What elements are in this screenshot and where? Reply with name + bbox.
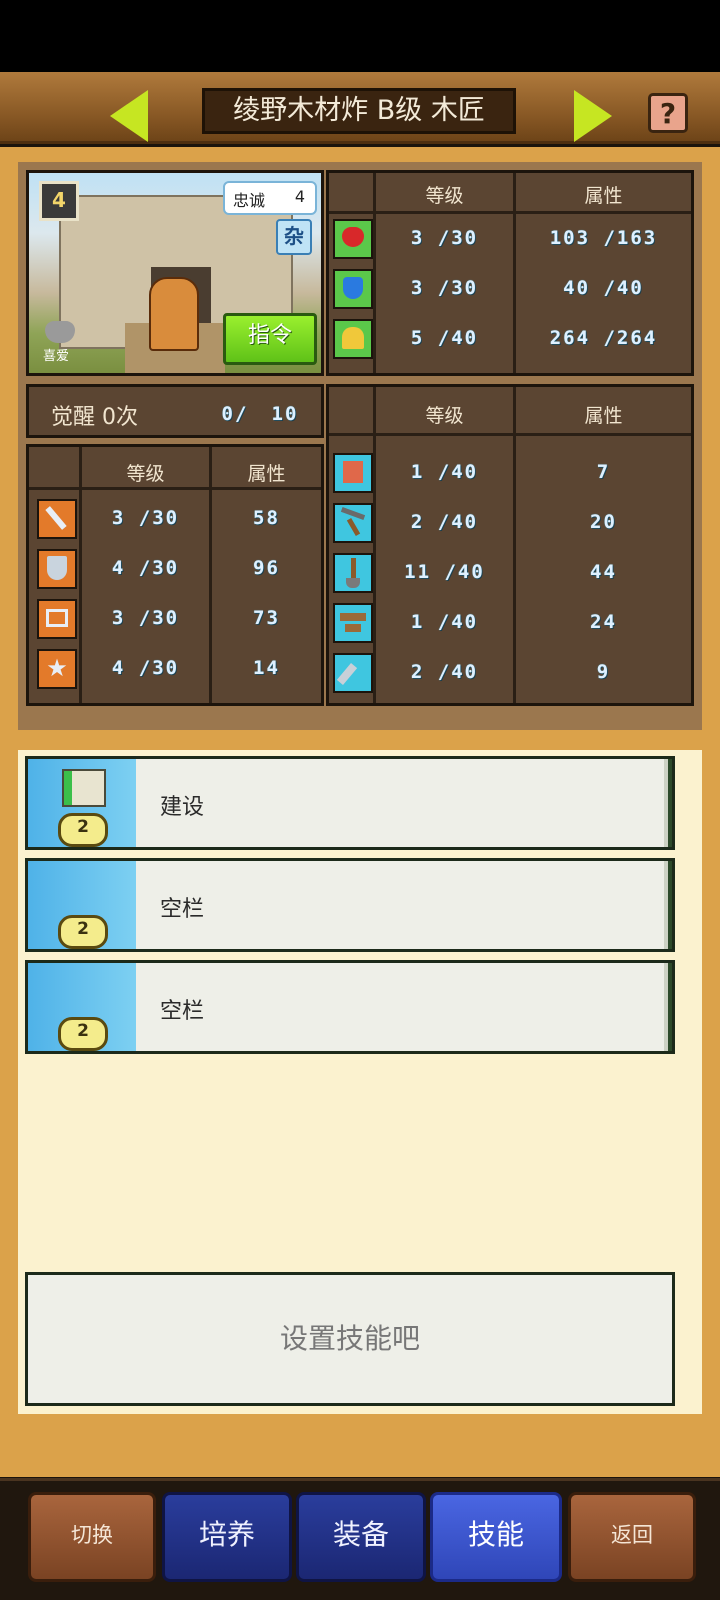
crafting-level: 2 /40 — [410, 511, 479, 533]
combat-level: 3 /30 — [111, 607, 180, 629]
skill-hint-box: 设置技能吧 — [25, 1272, 675, 1406]
combat-level: 3 /30 — [111, 507, 180, 529]
job-type-badge: 杂 — [276, 219, 312, 255]
command-button[interactable]: 指令 — [223, 313, 317, 365]
combat-value: 73 — [253, 607, 280, 629]
vitals-value: 40 /40 — [563, 277, 644, 299]
skill-tab[interactable]: 技能 — [430, 1492, 562, 1582]
awaken-bar: 觉醒 0次 0/ 10 — [26, 384, 324, 438]
vitals-level: 3 /30 — [410, 277, 479, 299]
skill-slot-label-area: 空栏 — [136, 861, 668, 949]
crafting-value: 9 — [596, 661, 611, 683]
character-portrait: 4 忠诚 4 杂 喜爱 指令 — [26, 170, 324, 376]
crafting-value: 7 — [596, 461, 611, 483]
train-tab[interactable]: 培养 — [162, 1492, 292, 1582]
back-button[interactable]: 返回 — [568, 1492, 696, 1582]
skill-name: 空栏 — [160, 999, 205, 1024]
vitals-value: 103 /163 — [549, 227, 658, 249]
vitals-header-level: 等级 — [425, 185, 464, 207]
skill-cost-coin: 2 — [58, 915, 108, 949]
fav-label: 喜爱 — [43, 349, 70, 364]
switch-button[interactable]: 切换 — [28, 1492, 156, 1582]
construction-book-icon — [62, 769, 106, 807]
help-button[interactable]: ? — [648, 93, 688, 133]
loyalty-label: 忠诚 — [233, 191, 266, 210]
combat-stats-table: 等级 属性 3 /30 58 4 /30 96 3 /30 73 ★ 4 /30… — [26, 444, 324, 706]
vitals-value: 264 /264 — [549, 327, 658, 349]
crafting-level: 1 /40 — [410, 461, 479, 483]
level-badge: 4 — [39, 181, 79, 221]
skill-slot-icon-area: 2 — [28, 759, 136, 847]
crafting-level: 1 /40 — [410, 611, 479, 633]
equip-tab[interactable]: 装备 — [296, 1492, 426, 1582]
skill-name: 空栏 — [160, 897, 205, 922]
anvil-icon — [333, 603, 373, 643]
stamina-icon — [333, 319, 373, 359]
agility-icon — [37, 599, 77, 639]
potion-icon — [333, 269, 373, 309]
skill-slot-1[interactable]: 2 建设 — [25, 756, 675, 850]
next-character-arrow-icon[interactable] — [574, 90, 612, 142]
combat-level: 4 /30 — [111, 557, 180, 579]
shield-icon — [37, 549, 77, 589]
crafting-header-value: 属性 — [584, 405, 623, 427]
crafting-value: 44 — [590, 561, 617, 583]
status-bar — [0, 0, 720, 72]
awaken-max: 10 — [271, 403, 299, 425]
loyalty-badge: 忠诚 4 — [223, 181, 317, 215]
character-title: 绫野木材炸 B级 木匠 — [202, 88, 516, 134]
combat-header-level: 等级 — [126, 463, 165, 485]
crafting-value: 20 — [590, 511, 617, 533]
awaken-label: 觉醒 0次 — [51, 405, 138, 430]
sword-icon — [37, 499, 77, 539]
combat-value: 58 — [253, 507, 280, 529]
awaken-progress: 0/ — [221, 403, 249, 425]
combat-header-value: 属性 — [247, 463, 286, 485]
character-sprite — [149, 277, 199, 351]
skill-slot-label-area: 建设 — [136, 759, 668, 847]
combat-level: 4 /30 — [111, 657, 180, 679]
loyalty-value: 4 — [294, 187, 305, 206]
crafting-header-level: 等级 — [425, 405, 464, 427]
skill-slot-label-area: 空栏 — [136, 963, 668, 1051]
skill-name: 建设 — [160, 795, 205, 820]
tool-icon — [333, 653, 373, 693]
skill-slot-icon-area: 2 — [28, 963, 136, 1051]
vitals-level: 5 /40 — [410, 327, 479, 349]
skill-slot-2[interactable]: 2 空栏 — [25, 858, 675, 952]
combat-value: 96 — [253, 557, 280, 579]
skill-slot-icon-area: 2 — [28, 861, 136, 949]
crafting-level: 11 /40 — [404, 561, 485, 583]
crafting-stats-table: 等级 属性 1 /40 7 2 /40 20 11 /40 44 1 /40 2… — [326, 384, 694, 706]
skill-cost-coin: 2 — [58, 1017, 108, 1051]
heart-icon — [333, 219, 373, 259]
prev-character-arrow-icon[interactable] — [110, 90, 148, 142]
crafting-level: 2 /40 — [410, 661, 479, 683]
skill-cost-coin: 2 — [58, 813, 108, 847]
pickaxe-icon — [333, 503, 373, 543]
luck-star-icon: ★ — [37, 649, 77, 689]
heart-fav-icon[interactable] — [45, 321, 75, 343]
shovel-icon — [333, 553, 373, 593]
crafting-value: 24 — [590, 611, 617, 633]
skill-slot-3[interactable]: 2 空栏 — [25, 960, 675, 1054]
vitals-level: 3 /30 — [410, 227, 479, 249]
combat-value: 14 — [253, 657, 280, 679]
vitals-table: 等级 属性 3 /30 103 /163 3 /30 40 /40 5 /40 … — [326, 170, 694, 376]
vitals-header-value: 属性 — [584, 185, 623, 207]
brick-icon — [333, 453, 373, 493]
